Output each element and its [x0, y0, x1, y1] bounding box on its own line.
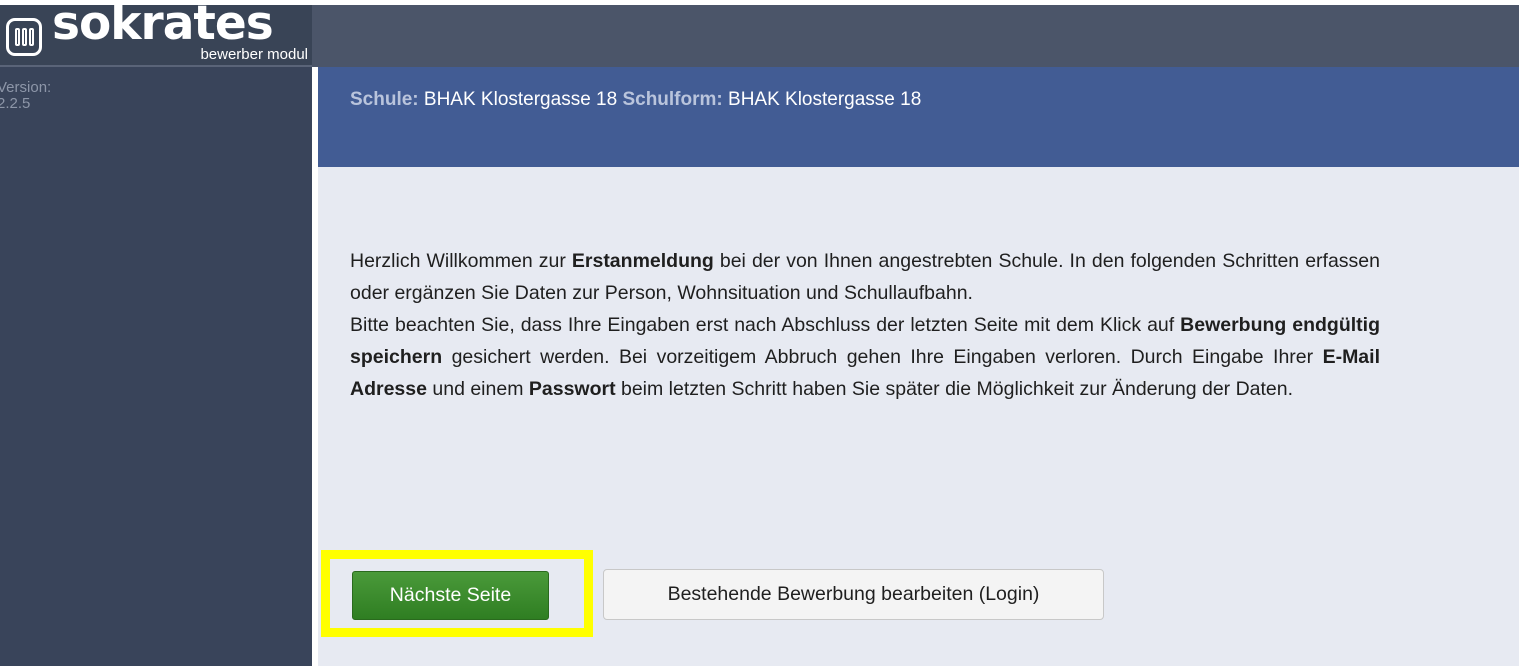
next-page-button[interactable]: Nächste Seite: [352, 571, 549, 620]
page: sokrates bewerber modul Version: 2.2.5 S…: [0, 0, 1519, 666]
intro-text-span: Bitte beachten Sie, dass Ihre Eingaben e…: [350, 314, 1181, 336]
intro-emphasis-erstanmeldung: Erstanmeldung: [571, 250, 714, 272]
school-label: Schule:: [350, 89, 419, 110]
sidebar: Version: 2.2.5: [0, 67, 312, 666]
intro-text: Herzlich Willkommen zur Erstanmeldung be…: [350, 245, 1380, 405]
intro-emphasis-password: Passwort: [528, 378, 616, 400]
intro-paragraph-2: Bitte beachten Sie, dass Ihre Eingaben e…: [350, 309, 1380, 405]
intro-text-span: gesichert werden. Bei vorzeitigem Abbruc…: [442, 346, 1323, 368]
intro-text-span: und einem: [426, 378, 529, 400]
school-info-banner: Schule: BHAK Klostergasse 18 Schulform: …: [318, 67, 1519, 167]
school-info-line: Schule: BHAK Klostergasse 18 Schulform: …: [350, 88, 921, 112]
bookshelf-icon: [6, 18, 42, 56]
intro-text-span: beim letzten Schritt haben Sie später di…: [615, 378, 1294, 400]
logo-wordmark: sokrates: [52, 0, 274, 51]
intro-text-span: Herzlich Willkommen zur: [350, 250, 572, 272]
intro-paragraph-1: Herzlich Willkommen zur Erstanmeldung be…: [350, 245, 1380, 309]
logo-subtitle: bewerber modul: [200, 46, 308, 63]
version-label: Version:: [0, 79, 52, 96]
schoolform-value: BHAK Klostergasse 18: [728, 89, 922, 110]
main-content: Herzlich Willkommen zur Erstanmeldung be…: [318, 167, 1519, 666]
app-logo[interactable]: sokrates bewerber modul: [0, 0, 312, 67]
schoolform-label: Schulform:: [622, 89, 723, 110]
school-value: BHAK Klostergasse 18: [423, 89, 618, 110]
login-edit-application-button[interactable]: Bestehende Bewerbung bearbeiten (Login): [603, 569, 1104, 620]
version-value: 2.2.5: [0, 95, 31, 112]
